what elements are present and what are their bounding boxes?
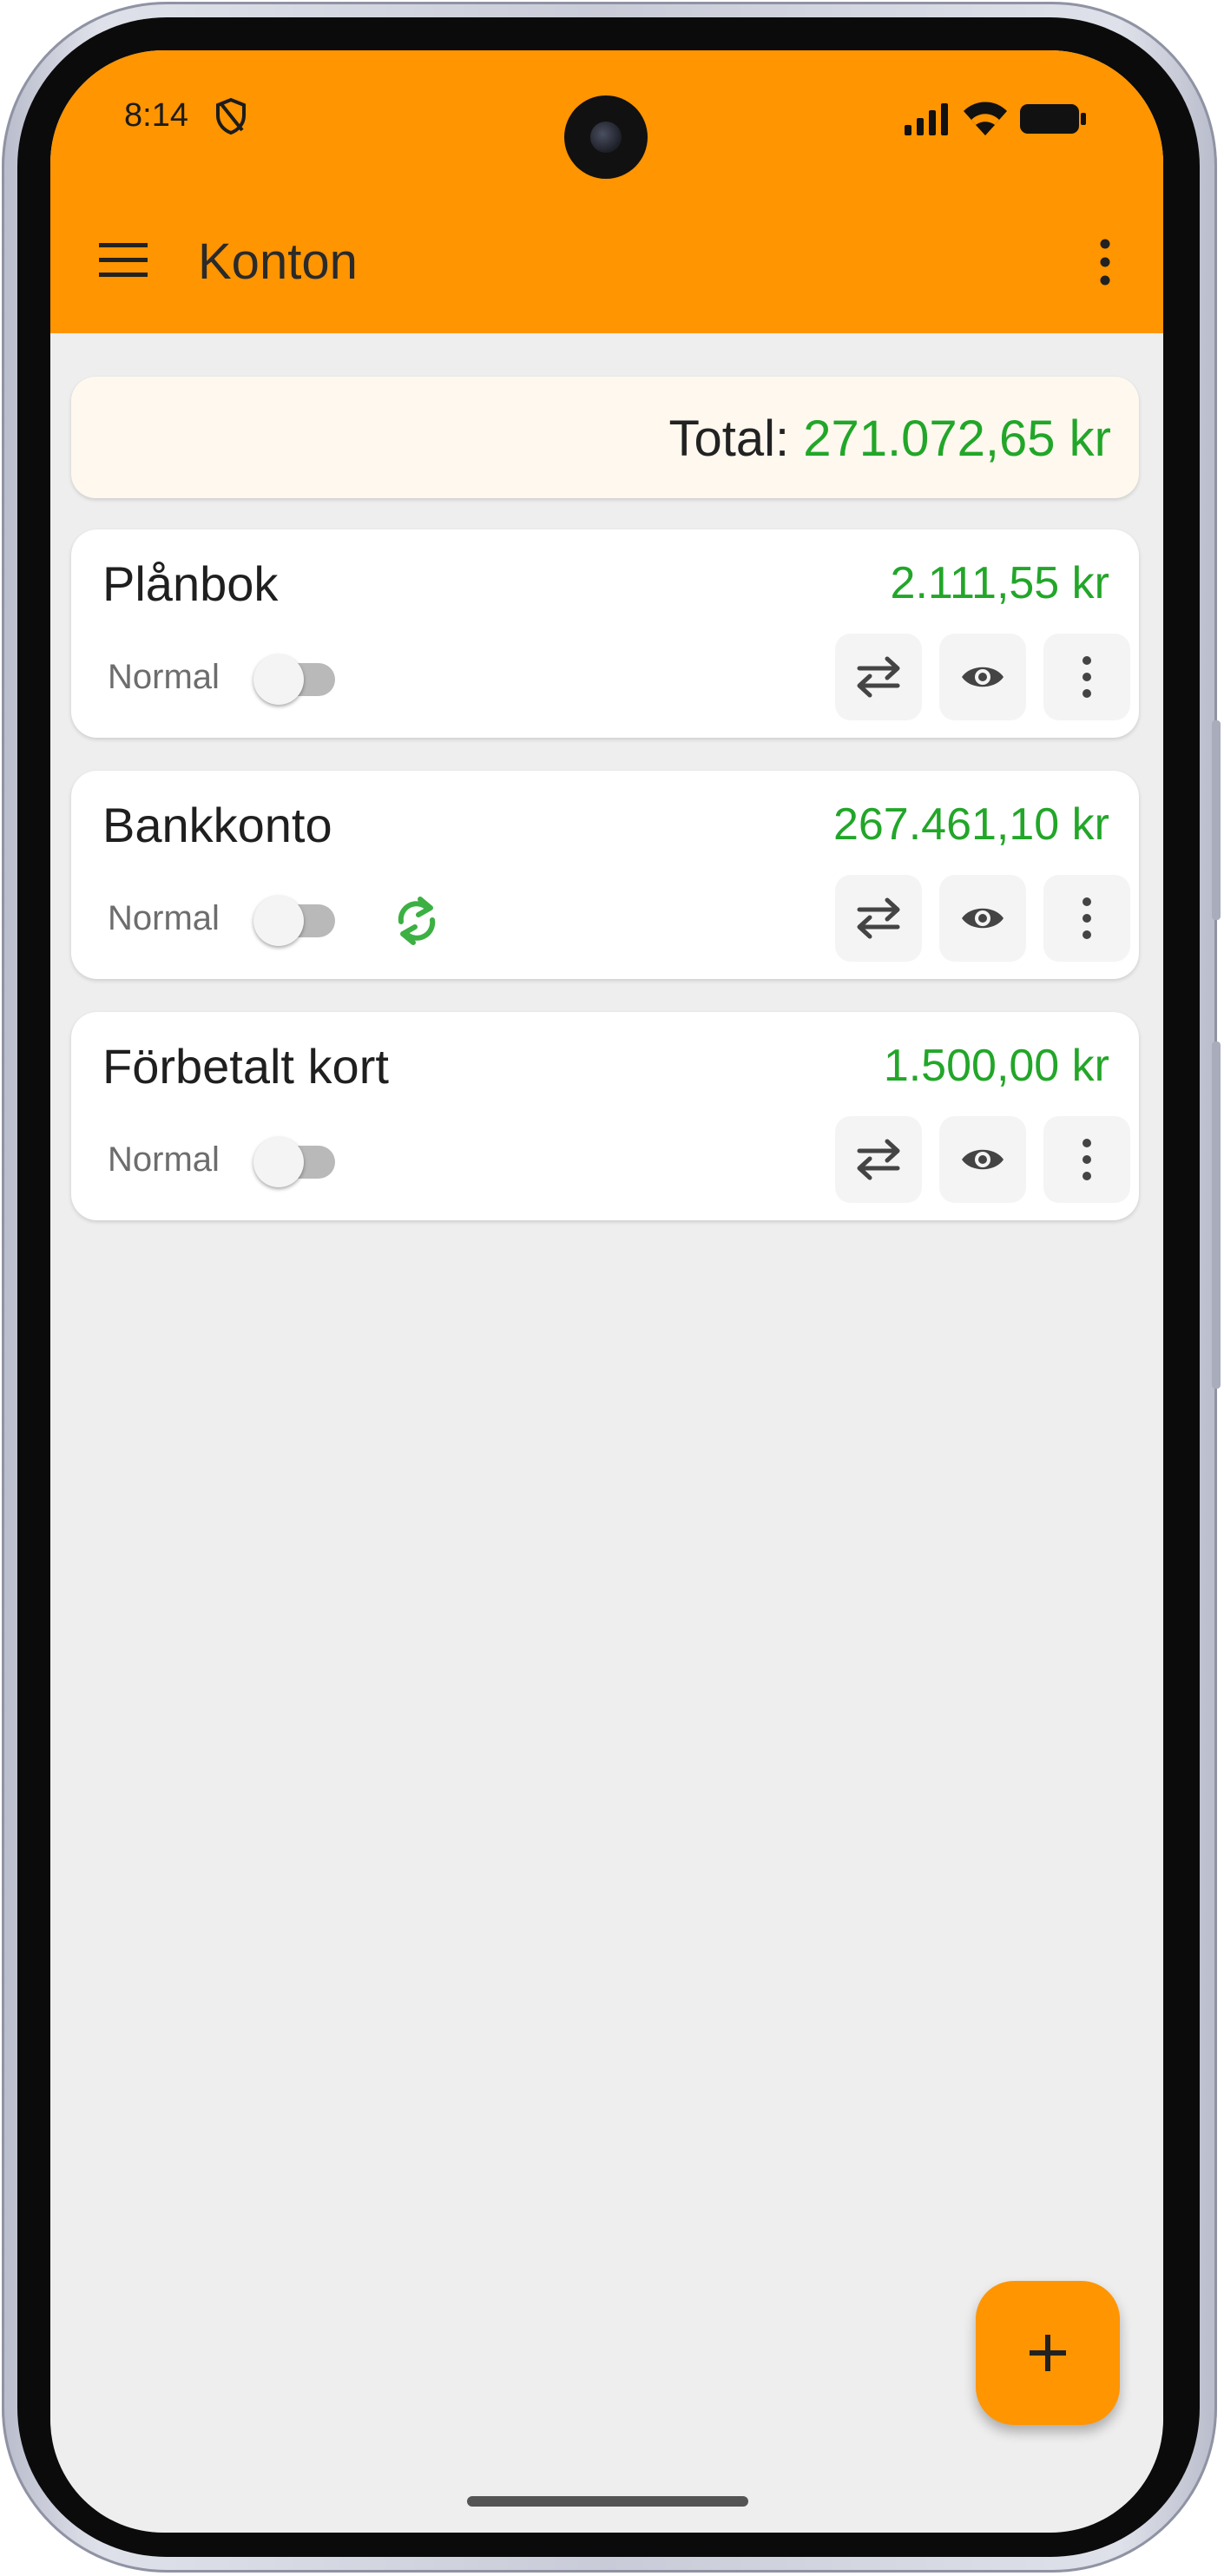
home-indicator[interactable] — [467, 2496, 748, 2507]
volume-button — [1212, 720, 1221, 920]
transfer-icon — [857, 656, 900, 698]
more-vert-icon — [1083, 897, 1091, 939]
total-label: Total: — [668, 411, 790, 467]
account-card-planbok[interactable]: Plånbok 2.111,55 kr Normal — [71, 529, 1139, 738]
more-vert-icon — [1083, 656, 1091, 698]
account-card-forbetalt-kort[interactable]: Förbetalt kort 1.500,00 kr Normal — [71, 1012, 1139, 1220]
eye-icon — [962, 908, 1004, 929]
page-title: Konton — [198, 233, 358, 290]
screen: 8:14 Konton Total: 271.072,65 kr Plånbok… — [50, 50, 1163, 2533]
hamburger-menu-icon[interactable] — [97, 241, 149, 279]
view-button[interactable] — [939, 1116, 1026, 1203]
transfer-icon — [857, 1139, 900, 1180]
signal-icon — [905, 103, 948, 135]
eye-icon — [962, 1149, 1004, 1170]
view-button[interactable] — [939, 634, 1026, 720]
account-balance: 1.500,00 kr — [883, 1041, 1109, 1091]
account-menu-button[interactable] — [1043, 1116, 1130, 1203]
power-button — [1212, 1042, 1221, 1389]
transfer-icon — [857, 897, 900, 939]
app-bar: 8:14 Konton — [50, 50, 1163, 333]
account-name: Bankkonto — [102, 798, 332, 852]
shield-icon — [216, 97, 246, 135]
account-card-bankkonto[interactable]: Bankkonto 267.461,10 kr Normal — [71, 771, 1139, 979]
account-balance: 2.111,55 kr — [890, 558, 1109, 608]
status-time: 8:14 — [124, 97, 188, 134]
account-toggle[interactable] — [253, 651, 339, 706]
eye-icon — [962, 667, 1004, 687]
sync-icon[interactable] — [391, 892, 443, 950]
total-row: Total: 271.072,65 kr — [669, 410, 1111, 468]
front-camera — [564, 95, 648, 179]
add-account-button[interactable] — [976, 2281, 1120, 2425]
total-amount: 271.072,65 kr — [803, 411, 1111, 467]
more-vert-icon — [1083, 1139, 1091, 1180]
account-type: Normal — [108, 899, 220, 937]
account-balance: 267.461,10 kr — [832, 799, 1109, 850]
toggle-thumb — [253, 654, 304, 705]
account-menu-button[interactable] — [1043, 634, 1130, 720]
account-name: Förbetalt kort — [102, 1039, 389, 1094]
plus-icon — [1030, 2335, 1066, 2371]
total-card: Total: 271.072,65 kr — [71, 377, 1139, 498]
toggle-thumb — [253, 1137, 304, 1187]
account-toggle[interactable] — [253, 892, 339, 948]
account-name: Plånbok — [102, 556, 279, 611]
battery-icon — [1020, 104, 1086, 134]
account-type: Normal — [108, 1140, 220, 1179]
account-toggle[interactable] — [253, 1134, 339, 1189]
toggle-thumb — [253, 896, 304, 946]
transfer-button[interactable] — [835, 875, 922, 962]
wifi-icon — [964, 102, 1007, 135]
transfer-button[interactable] — [835, 634, 922, 720]
transfer-button[interactable] — [835, 1116, 922, 1203]
account-type: Normal — [108, 658, 220, 696]
more-vert-icon[interactable] — [1092, 236, 1118, 288]
view-button[interactable] — [939, 875, 1026, 962]
account-menu-button[interactable] — [1043, 875, 1130, 962]
